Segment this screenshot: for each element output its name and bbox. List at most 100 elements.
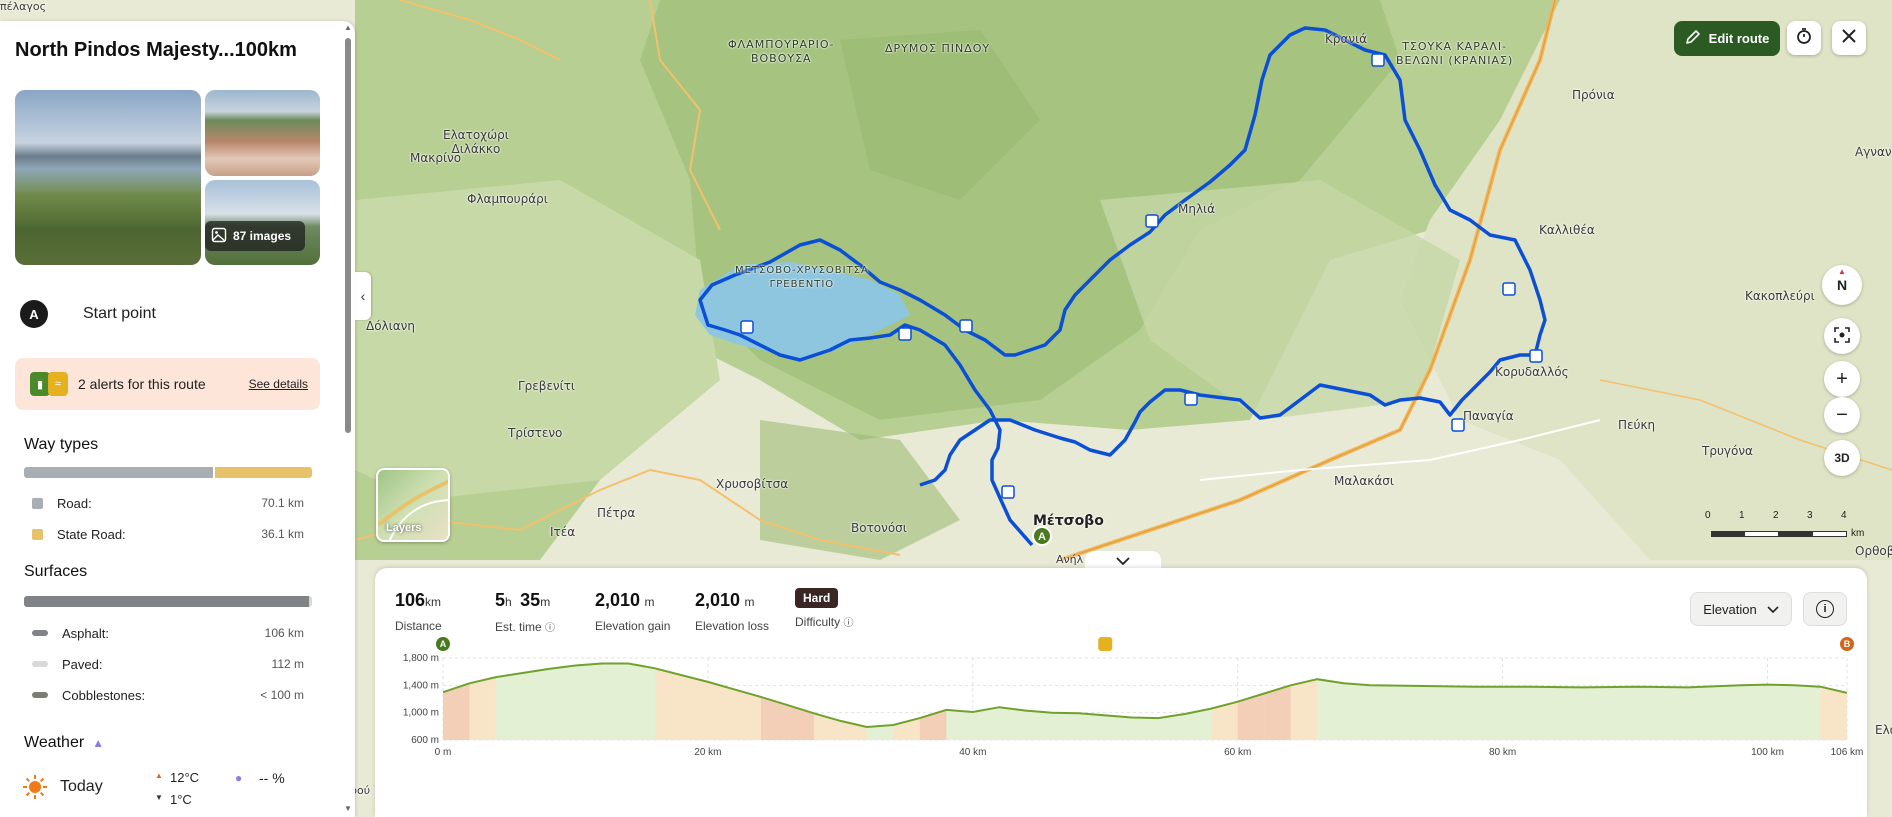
three-d-button[interactable]: 3D [1824, 440, 1860, 476]
surface-swatch [32, 661, 48, 667]
surface-swatch [32, 692, 48, 698]
surface-swatch [32, 630, 48, 636]
map-label: Μέτσοβο [1033, 513, 1104, 529]
app-root: A πέλαγος ΦΛΑΜΠΟΥΡΑΡΙΟ- ΒΟΒΟΥΣΑ ΔΡΥΜΟΣ Π… [0, 0, 1892, 817]
scale-tick: 0 [1705, 510, 1711, 521]
surface-label: Cobblestones: [62, 687, 146, 703]
y-tick-label: 600 m [411, 735, 439, 746]
sun-icon [22, 774, 48, 805]
surface-segment [24, 596, 309, 607]
surface-value: 106 km [264, 626, 304, 640]
scroll-down-icon[interactable]: ▼ [344, 804, 352, 813]
images-count-badge[interactable]: 87 images [205, 221, 305, 251]
layers-label: Layers [386, 522, 422, 534]
recenter-button[interactable] [1824, 318, 1860, 354]
chevron-left-icon: ‹ [360, 288, 366, 304]
help-icon[interactable]: ⓘ [545, 623, 555, 634]
temp-low-icon: ▼ [155, 793, 163, 802]
route-photo[interactable] [205, 90, 320, 176]
compass-north-label: N [1836, 277, 1848, 293]
zoom-in-button[interactable]: + [1824, 361, 1860, 397]
map-label: Κορυδαλλός [1495, 365, 1569, 379]
map-label: Μηλιά [1178, 202, 1216, 216]
surface-segment [309, 596, 312, 607]
info-button[interactable]: i [1803, 592, 1847, 626]
compass-button[interactable]: ▲ N [1822, 265, 1862, 305]
surface-row: Paved: 112 m [32, 654, 304, 674]
road-surface-alert-icon [1098, 637, 1113, 651]
route-photo[interactable] [15, 90, 201, 265]
time-label-row: Est. time ⓘ [495, 619, 555, 634]
collapse-panel-button[interactable] [1085, 551, 1161, 569]
time-hours-unit: h [505, 595, 512, 609]
scale-tick: 4 [1841, 510, 1847, 521]
scroll-up-icon[interactable]: ▲ [344, 23, 352, 32]
plus-icon: + [1836, 367, 1848, 390]
stopwatch-icon [1796, 27, 1812, 50]
y-tick-label: 1,000 m [403, 708, 439, 719]
help-icon[interactable]: ⓘ [843, 618, 853, 629]
alerts-text: 2 alerts for this route [78, 376, 206, 392]
map-label: ΔΡΥΜΟΣ ΠΙΝΔΟΥ [885, 42, 991, 55]
weather-today-row: Today ▲ 12°C ▼ 1°C ● -- % [22, 770, 332, 810]
close-button[interactable] [1832, 21, 1866, 55]
sidebar-scroll-thumb[interactable] [345, 38, 351, 433]
difficulty-badge: Hard [795, 588, 839, 608]
steep-segment [734, 689, 761, 740]
route-title: North Pindos Majesty...100km [15, 39, 297, 61]
gain-value: 2,010 [595, 590, 641, 610]
temp-low: 1°C [170, 792, 192, 807]
zoom-out-button[interactable]: − [1824, 397, 1860, 433]
map-label: πέλαγος [0, 0, 47, 13]
distance-unit: km [425, 595, 442, 609]
steep-segment [707, 681, 735, 740]
elevation-chart[interactable]: 600 m 1,000 m 1,400 m 1,800 m 0 m 20 km 40 km 6… [375, 637, 1867, 773]
image-gallery-icon [211, 227, 227, 246]
chart-mode-select[interactable]: Elevation [1690, 592, 1792, 626]
layers-button[interactable]: Layers [376, 468, 450, 542]
chevron-down-icon [1767, 602, 1779, 617]
distance-label: Distance [395, 619, 442, 633]
steep-segment [1820, 686, 1847, 740]
map-label: Ανήλ [1056, 553, 1084, 566]
x-tick-label: 60 km [1224, 747, 1251, 758]
premium-icon: ▲ [92, 736, 105, 750]
surface-value: < 100 m [260, 688, 304, 702]
steep-segment [654, 668, 682, 740]
start-point-row[interactable]: A Start point [20, 299, 330, 329]
edit-route-label: Edit route [1708, 31, 1770, 46]
scale-bar-graphic [1711, 531, 1847, 537]
minus-icon: − [1836, 403, 1848, 426]
surface-label: Paved: [62, 656, 103, 672]
way-type-swatch [32, 528, 43, 540]
chart-mode-value: Elevation [1703, 601, 1757, 617]
map-label: Ελά [1875, 723, 1892, 737]
map-label: Πέτρα [597, 506, 636, 520]
images-count-label: 87 images [233, 229, 292, 243]
x-tick-label: 0 m [435, 747, 452, 758]
way-type-label: Road: [57, 495, 92, 511]
elevation-gain-stat: 2,010 m Elevation gain [595, 590, 670, 633]
see-details-link[interactable]: See details [249, 377, 308, 391]
surface-label: Asphalt: [62, 625, 109, 641]
surfaces-bar [24, 596, 312, 607]
time-label: Est. time [495, 620, 542, 634]
weather-day-label: Today [60, 778, 103, 795]
route-marker-label: B [1844, 639, 1851, 649]
timer-button[interactable] [1787, 21, 1821, 55]
surface-row: Asphalt: 106 km [32, 623, 304, 643]
scale-unit: km [1851, 528, 1865, 539]
loss-value: 2,010 [695, 590, 741, 610]
elevation-loss-stat: 2,010 m Elevation loss [695, 590, 769, 633]
collapse-sidebar-button[interactable]: ‹ [355, 272, 371, 320]
edit-route-button[interactable]: Edit route [1674, 21, 1780, 56]
map-label: Παναγία [1463, 409, 1514, 423]
map-label: Φλαμπουράρι [467, 192, 548, 206]
weather-title: Weather [24, 734, 85, 751]
map-label: Ιτέα [550, 525, 576, 539]
map-label: Μαλακάσι [1334, 474, 1394, 488]
route-alerts-banner[interactable]: ▮ ≈ 2 alerts for this route See details [15, 358, 320, 410]
start-point-label: Start point [83, 305, 156, 322]
way-type-row: State Road: 36.1 km [32, 524, 304, 544]
map-label: Βοτονόσι [851, 521, 907, 535]
